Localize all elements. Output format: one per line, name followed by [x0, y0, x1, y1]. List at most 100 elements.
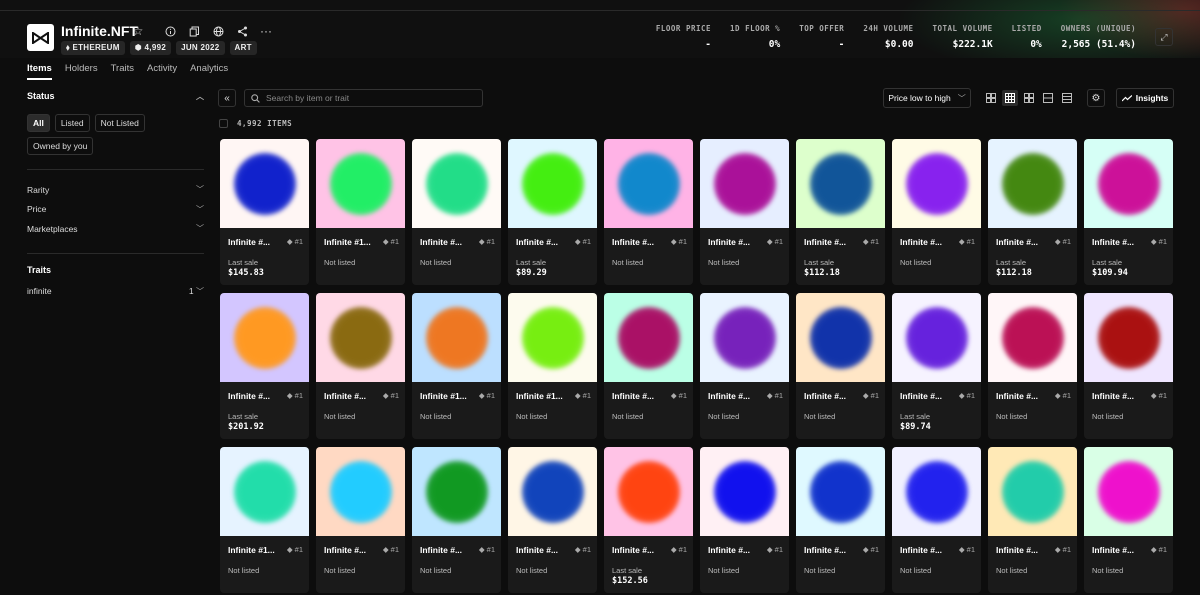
filter-price[interactable]: Price ﹀	[27, 200, 204, 220]
status-section-header[interactable]: Status ︿	[27, 90, 204, 102]
nft-card[interactable]: Infinite #1... ◆ #1 Not listed	[508, 293, 597, 439]
nft-image[interactable]	[892, 447, 981, 536]
nft-card[interactable]: Infinite #... ◆ #1 Not listed	[892, 447, 981, 593]
status-not-listed-button[interactable]: Not Listed	[94, 114, 145, 132]
tab-traits[interactable]: Traits	[111, 63, 134, 80]
nft-card[interactable]: Infinite #... ◆ #1 Last sale $152.56	[604, 447, 693, 593]
nft-image[interactable]	[1084, 293, 1173, 382]
grid-small-view-icon[interactable]	[983, 90, 999, 106]
nft-image[interactable]	[892, 139, 981, 228]
insights-button[interactable]: Insights	[1116, 88, 1174, 108]
rarity-diamond-icon: ◆	[382, 545, 389, 554]
nft-image[interactable]	[604, 447, 693, 536]
search-bar[interactable]	[244, 89, 483, 107]
nft-card[interactable]: Infinite #... ◆ #1 Last sale $145.83	[220, 139, 309, 285]
nft-card[interactable]: Infinite #... ◆ #1 Not listed	[1084, 293, 1173, 439]
tab-activity[interactable]: Activity	[147, 63, 177, 80]
nft-card[interactable]: Infinite #1... ◆ #1 Not listed	[316, 139, 405, 285]
status-listed-button[interactable]: Listed	[54, 114, 90, 132]
settings-gear-icon[interactable]: ⚙	[1087, 89, 1105, 107]
nft-image[interactable]	[988, 293, 1077, 382]
nft-card[interactable]: Infinite #... ◆ #1 Not listed	[412, 139, 501, 285]
grid-dense-view-icon[interactable]	[1002, 90, 1018, 106]
nft-image[interactable]	[1084, 139, 1173, 228]
nft-rank: ◆ #1	[766, 545, 783, 554]
nft-card[interactable]: Infinite #... ◆ #1 Last sale $201.92	[220, 293, 309, 439]
nft-sale-status: Not listed	[612, 412, 644, 421]
nft-image[interactable]	[508, 139, 597, 228]
status-owned-button[interactable]: Owned by you	[27, 137, 94, 155]
nft-card[interactable]: Infinite #1... ◆ #1 Not listed	[220, 447, 309, 593]
nft-image[interactable]	[604, 293, 693, 382]
nft-image[interactable]	[796, 139, 885, 228]
nft-image[interactable]	[508, 293, 597, 382]
share-icon[interactable]	[235, 24, 249, 38]
nft-image[interactable]	[412, 293, 501, 382]
nft-card[interactable]: Infinite #... ◆ #1 Not listed	[700, 293, 789, 439]
nft-card[interactable]: Infinite #... ◆ #1 Last sale $89.29	[508, 139, 597, 285]
nft-image[interactable]	[700, 447, 789, 536]
nft-card[interactable]: Infinite #... ◆ #1 Last sale $112.18	[796, 139, 885, 285]
nft-image[interactable]	[220, 293, 309, 382]
nft-card[interactable]: Infinite #... ◆ #1 Not listed	[604, 293, 693, 439]
nft-image[interactable]	[220, 139, 309, 228]
more-icon[interactable]: ···	[259, 24, 273, 38]
copy-icon[interactable]	[187, 24, 201, 38]
select-all-checkbox[interactable]	[219, 119, 228, 128]
filter-marketplaces[interactable]: Marketplaces ﹀	[27, 219, 204, 239]
nft-card[interactable]: Infinite #... ◆ #1 Last sale $89.74	[892, 293, 981, 439]
nft-card[interactable]: Infinite #... ◆ #1 Last sale $109.94	[1084, 139, 1173, 285]
tab-items[interactable]: Items	[27, 63, 52, 80]
table-view-icon[interactable]	[1059, 90, 1075, 106]
nft-image[interactable]	[700, 293, 789, 382]
collapse-sidebar-button[interactable]: «	[218, 89, 236, 107]
status-all-button[interactable]: All	[27, 114, 50, 132]
tab-analytics[interactable]: Analytics	[190, 63, 228, 80]
expand-icon[interactable]: ⤢	[1155, 28, 1173, 46]
nft-card[interactable]: Infinite #... ◆ #1 Not listed	[796, 447, 885, 593]
nft-image[interactable]	[412, 447, 501, 536]
grid-large-view-icon[interactable]	[1021, 90, 1037, 106]
nft-image[interactable]	[316, 293, 405, 382]
nft-card[interactable]: Infinite #... ◆ #1 Not listed	[796, 293, 885, 439]
nft-card[interactable]: Infinite #... ◆ #1 Not listed	[1084, 447, 1173, 593]
search-input[interactable]	[266, 93, 466, 103]
star-icon[interactable]: ☆	[131, 24, 145, 38]
nft-card[interactable]: Infinite #... ◆ #1 Not listed	[700, 447, 789, 593]
info-icon[interactable]	[163, 24, 177, 38]
nft-card[interactable]: Infinite #... ◆ #1 Not listed	[316, 447, 405, 593]
globe-icon[interactable]	[211, 24, 225, 38]
nft-image[interactable]	[316, 447, 405, 536]
nft-image[interactable]	[796, 447, 885, 536]
trait-infinite[interactable]: infinite 1 ﹀	[27, 282, 204, 302]
nft-card[interactable]: Infinite #... ◆ #1 Not listed	[316, 293, 405, 439]
nft-card[interactable]: Infinite #1... ◆ #1 Not listed	[412, 293, 501, 439]
nft-rank: ◆ #1	[862, 545, 879, 554]
nft-sale-status: Not listed	[804, 412, 836, 421]
nft-image[interactable]	[796, 293, 885, 382]
filter-rarity[interactable]: Rarity ﹀	[27, 180, 204, 200]
nft-card[interactable]: Infinite #... ◆ #1 Not listed	[412, 447, 501, 593]
nft-image[interactable]	[316, 139, 405, 228]
nft-card[interactable]: Infinite #... ◆ #1 Not listed	[508, 447, 597, 593]
nft-image[interactable]	[1084, 447, 1173, 536]
nft-card[interactable]: Infinite #... ◆ #1 Not listed	[892, 139, 981, 285]
tab-holders[interactable]: Holders	[65, 63, 98, 80]
nft-image[interactable]	[700, 139, 789, 228]
nft-orb-art	[1097, 306, 1160, 369]
nft-card[interactable]: Infinite #... ◆ #1 Not listed	[604, 139, 693, 285]
nft-image[interactable]	[892, 293, 981, 382]
nft-image[interactable]	[220, 447, 309, 536]
list-view-icon[interactable]	[1040, 90, 1056, 106]
nft-card[interactable]: Infinite #... ◆ #1 Not listed	[988, 447, 1077, 593]
sort-dropdown[interactable]: Price low to high ﹀	[883, 88, 971, 108]
nft-image[interactable]	[988, 447, 1077, 536]
nft-sale-status: Not listed	[420, 566, 452, 575]
nft-image[interactable]	[412, 139, 501, 228]
nft-card[interactable]: Infinite #... ◆ #1 Not listed	[700, 139, 789, 285]
nft-image[interactable]	[508, 447, 597, 536]
nft-card[interactable]: Infinite #... ◆ #1 Last sale $112.18	[988, 139, 1077, 285]
nft-image[interactable]	[988, 139, 1077, 228]
nft-card[interactable]: Infinite #... ◆ #1 Not listed	[988, 293, 1077, 439]
nft-image[interactable]	[604, 139, 693, 228]
